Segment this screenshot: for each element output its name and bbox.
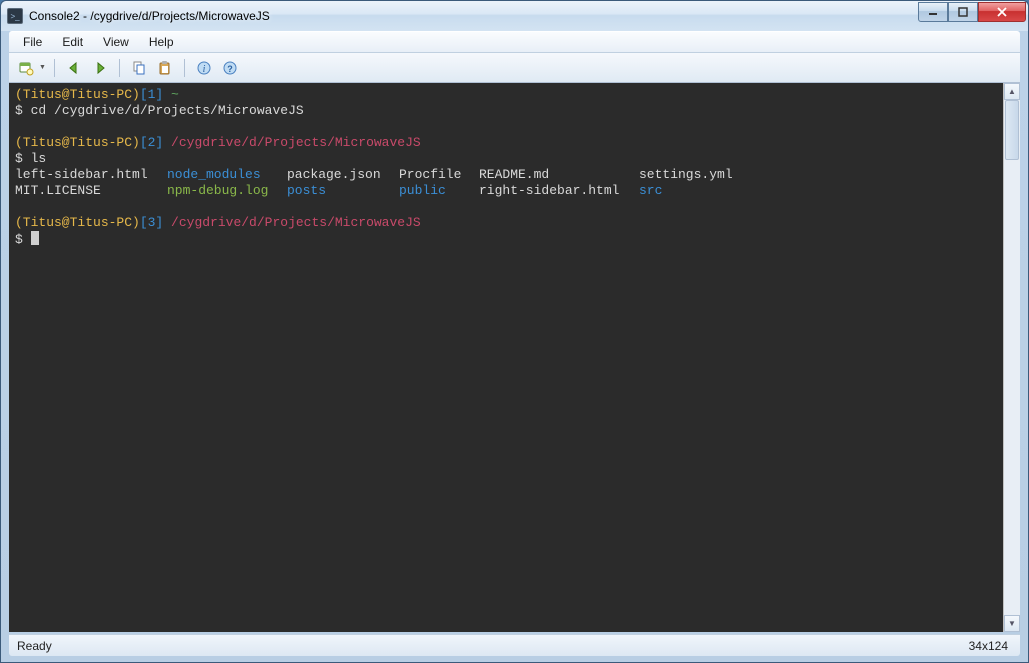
terminal-line: (Titus@Titus-PC)[1] ~	[15, 87, 179, 102]
chevron-up-icon: ▲	[1008, 87, 1016, 96]
close-icon	[996, 7, 1008, 17]
prompt-user: (Titus@Titus-PC)	[15, 87, 140, 102]
prompt-user: (Titus@Titus-PC)	[15, 215, 140, 230]
paste-button[interactable]	[154, 57, 176, 79]
terminal-area: (Titus@Titus-PC)[1] ~ $ cd /cygdrive/d/P…	[9, 83, 1020, 632]
prompt-dollar: $	[15, 103, 23, 118]
ls-dir: public	[399, 183, 479, 199]
app-window: >_ Console2 - /cygdrive/d/Projects/Micro…	[0, 0, 1029, 663]
menu-help[interactable]: Help	[139, 33, 184, 51]
ls-file: right-sidebar.html	[479, 183, 639, 199]
minimize-icon	[928, 7, 938, 17]
scroll-track[interactable]	[1004, 100, 1020, 615]
toolbar-separator	[54, 59, 55, 77]
prompt-dollar: $	[15, 151, 23, 166]
cursor	[31, 231, 39, 245]
ls-row: MIT.LICENSEnpm-debug.logpostspublicright…	[15, 183, 662, 198]
copy-button[interactable]	[128, 57, 150, 79]
ls-file: npm-debug.log	[167, 183, 287, 199]
new-tab-button[interactable]	[15, 57, 37, 79]
ls-dir: posts	[287, 183, 399, 199]
terminal-line: $ cd /cygdrive/d/Projects/MicrowaveJS	[15, 103, 304, 118]
ls-dir: node_modules	[167, 167, 287, 183]
prompt-dollar: $	[15, 232, 23, 247]
prompt-path: /cygdrive/d/Projects/MicrowaveJS	[171, 135, 421, 150]
statusbar: Ready 34x124	[9, 634, 1020, 656]
svg-text:i: i	[203, 64, 206, 75]
titlebar[interactable]: >_ Console2 - /cygdrive/d/Projects/Micro…	[1, 1, 1028, 31]
help-icon: ?	[222, 60, 238, 76]
prompt-user: (Titus@Titus-PC)	[15, 135, 140, 150]
new-tab-dropdown-icon[interactable]: ▼	[39, 64, 46, 71]
terminal-line: (Titus@Titus-PC)[3] /cygdrive/d/Projects…	[15, 215, 421, 230]
vertical-scrollbar[interactable]: ▲ ▼	[1003, 83, 1020, 632]
toolbar-separator	[184, 59, 185, 77]
ls-file: settings.yml	[639, 167, 733, 182]
close-button[interactable]	[978, 2, 1026, 22]
maximize-button[interactable]	[948, 2, 978, 22]
command-text: cd /cygdrive/d/Projects/MicrowaveJS	[31, 103, 304, 118]
menu-edit[interactable]: Edit	[52, 33, 93, 51]
toolbar: ▼ i ?	[9, 53, 1020, 83]
status-dimensions: 34x124	[969, 639, 1012, 653]
copy-icon	[131, 60, 147, 76]
chevron-down-icon: ▼	[1008, 619, 1016, 628]
menu-file[interactable]: File	[13, 33, 52, 51]
help-button[interactable]: ?	[219, 57, 241, 79]
terminal-line: $	[15, 232, 39, 247]
terminal[interactable]: (Titus@Titus-PC)[1] ~ $ cd /cygdrive/d/P…	[9, 83, 1003, 632]
prompt-path: /cygdrive/d/Projects/MicrowaveJS	[171, 215, 421, 230]
prompt-path: ~	[171, 87, 179, 102]
ls-row: left-sidebar.htmlnode_modulespackage.jso…	[15, 167, 733, 182]
ls-file: README.md	[479, 167, 639, 183]
nav-back-button[interactable]	[63, 57, 85, 79]
minimize-button[interactable]	[918, 2, 948, 22]
app-icon: >_	[7, 8, 23, 24]
svg-text:?: ?	[227, 64, 233, 74]
new-tab-icon	[18, 60, 34, 76]
info-button[interactable]: i	[193, 57, 215, 79]
arrow-left-icon	[66, 60, 82, 76]
arrow-right-icon	[92, 60, 108, 76]
ls-file: Procfile	[399, 167, 479, 183]
paste-icon	[157, 60, 173, 76]
terminal-line: (Titus@Titus-PC)[2] /cygdrive/d/Projects…	[15, 135, 421, 150]
nav-forward-button[interactable]	[89, 57, 111, 79]
scroll-thumb[interactable]	[1005, 100, 1019, 160]
menu-view[interactable]: View	[93, 33, 139, 51]
ls-dir: src	[639, 183, 662, 198]
prompt-index: [3]	[140, 215, 163, 230]
terminal-line: $ ls	[15, 151, 46, 166]
scroll-down-button[interactable]: ▼	[1004, 615, 1020, 632]
prompt-index: [1]	[140, 87, 163, 102]
ls-file: package.json	[287, 167, 399, 183]
prompt-index: [2]	[140, 135, 163, 150]
scroll-up-button[interactable]: ▲	[1004, 83, 1020, 100]
window-controls	[918, 2, 1026, 22]
menubar: File Edit View Help	[9, 31, 1020, 53]
ls-file: MIT.LICENSE	[15, 183, 167, 199]
status-text: Ready	[17, 639, 52, 653]
command-text: ls	[31, 151, 47, 166]
ls-file: left-sidebar.html	[15, 167, 167, 183]
info-icon: i	[196, 60, 212, 76]
toolbar-separator	[119, 59, 120, 77]
window-title: Console2 - /cygdrive/d/Projects/Microwav…	[29, 9, 1022, 23]
maximize-icon	[958, 7, 968, 17]
